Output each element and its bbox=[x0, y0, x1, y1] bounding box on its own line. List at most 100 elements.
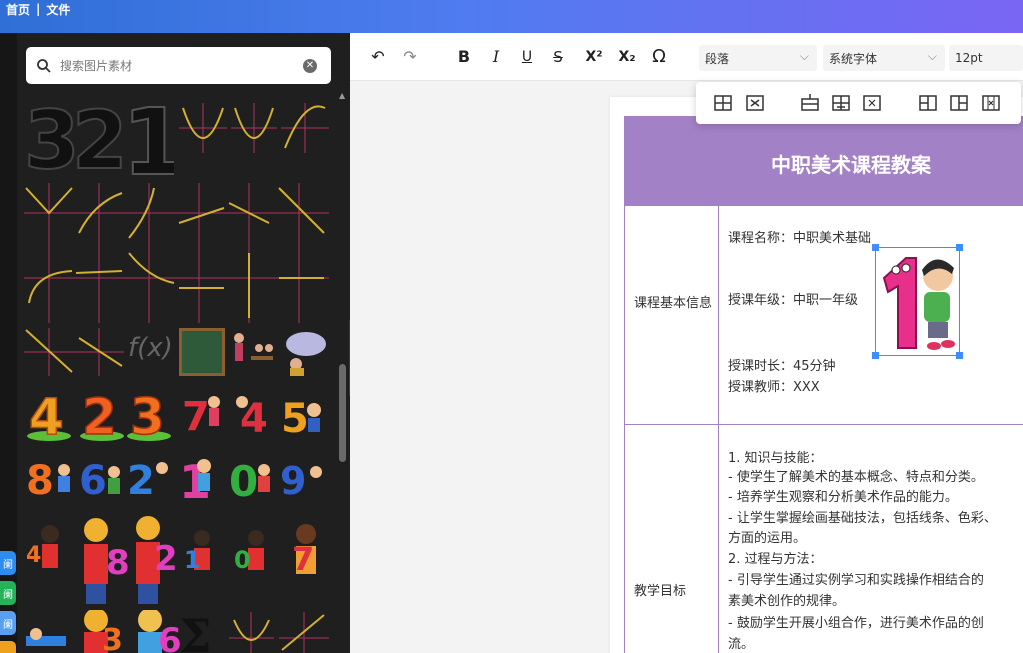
objectives-text[interactable]: 1. 知识与技能： - 使学生了解美术的基本概念、特点和分类。 - 培养学生观察… bbox=[728, 449, 1023, 653]
underline-button[interactable]: U bbox=[518, 46, 536, 68]
italic-button[interactable]: I bbox=[487, 46, 505, 68]
svg-text:0: 0 bbox=[234, 546, 251, 574]
font-select-value: 系统字体 bbox=[829, 51, 878, 66]
clipart-numbers-row6[interactable]: 8 6 2 1 0 9 bbox=[24, 448, 329, 504]
breadcrumb-separator: | bbox=[36, 2, 41, 16]
objective-line: - 引导学生通过实例学习和实践操作相结合的 bbox=[728, 573, 984, 588]
resize-handle-sw[interactable] bbox=[872, 352, 879, 359]
clipart-graphs-row1[interactable] bbox=[179, 98, 329, 158]
row2-label: 教学目标 bbox=[634, 584, 687, 599]
chevron-down-icon: ⌵ bbox=[927, 49, 937, 63]
search-icon bbox=[37, 58, 51, 73]
resize-handle-ne[interactable] bbox=[956, 244, 963, 251]
delete-column-icon[interactable] bbox=[982, 94, 1000, 112]
clipart-fx[interactable]: f(x) bbox=[128, 333, 176, 375]
svg-text:1: 1 bbox=[122, 89, 174, 178]
side-tab-3[interactable]: 阑 bbox=[0, 611, 16, 635]
objective-line: 素美术创作的规律。 bbox=[728, 594, 846, 609]
insert-column-left-icon[interactable] bbox=[919, 94, 937, 112]
clipart-kids-row7[interactable]: 4 8 2 1 0 7 bbox=[24, 512, 329, 607]
svg-text:7: 7 bbox=[292, 540, 314, 578]
table-tools-popup bbox=[696, 82, 1021, 124]
course-teacher: 授课教师：XXX bbox=[728, 380, 820, 395]
insert-row-below-icon[interactable] bbox=[832, 94, 850, 112]
row1-label: 课程基本信息 bbox=[634, 296, 713, 311]
table-properties-icon[interactable] bbox=[714, 94, 732, 112]
panel-scrollbar[interactable]: ▲ bbox=[337, 91, 347, 653]
objective-line: - 培养学生观察和分析美术作品的能力。 bbox=[728, 490, 958, 505]
superscript-button[interactable]: X² bbox=[582, 46, 606, 68]
search-input[interactable] bbox=[60, 58, 290, 73]
svg-text:3: 3 bbox=[102, 623, 123, 653]
svg-text:4: 4 bbox=[26, 543, 41, 568]
editor-toolbar: ↶ ↷ B I U S X² X₂ Ω 段落 ⌵ 系统字体 ⌵ 12pt bbox=[350, 33, 1023, 81]
resize-handle-nw[interactable] bbox=[872, 244, 879, 251]
svg-text:7: 7 bbox=[182, 394, 210, 440]
clipart-numbers-row5[interactable]: 4 2 3 7 4 5 bbox=[24, 380, 329, 442]
side-tab-4[interactable] bbox=[0, 641, 16, 653]
home-link[interactable]: 首页 bbox=[6, 1, 30, 18]
svg-text:2: 2 bbox=[82, 388, 117, 442]
clipart-graphs-row4[interactable] bbox=[24, 328, 124, 376]
objective-line: 方面的运用。 bbox=[728, 531, 807, 546]
objective-line: 1. 知识与技能： bbox=[728, 451, 823, 466]
svg-text:2: 2 bbox=[72, 94, 128, 178]
font-size-select[interactable]: 12pt bbox=[949, 45, 1023, 71]
clipart-grid: 3 2 1 f(x) 4 2 3 7 4 5 8 6 2 1 0 9 4 8 2… bbox=[24, 88, 329, 653]
clipart-graphs-grid[interactable] bbox=[24, 183, 329, 323]
svg-text:3: 3 bbox=[130, 388, 165, 442]
side-tab-1[interactable]: 阑 bbox=[0, 551, 16, 575]
clipart-thinking[interactable] bbox=[280, 328, 328, 376]
font-select[interactable]: 系统字体 ⌵ bbox=[823, 45, 945, 71]
resize-handle-se[interactable] bbox=[956, 352, 963, 359]
chevron-down-icon: ⌵ bbox=[799, 49, 809, 63]
svg-text:6: 6 bbox=[79, 458, 107, 504]
svg-text:5: 5 bbox=[281, 396, 309, 442]
image-library-panel: 阑 阑 阑 ✕ 3 2 1 bbox=[0, 33, 359, 653]
svg-text:0: 0 bbox=[229, 457, 258, 504]
objective-line: - 让学生掌握绘画基础技法，包括线条、色彩、 bbox=[728, 511, 997, 526]
objective-line: 流。 bbox=[728, 637, 755, 652]
svg-text:1: 1 bbox=[184, 546, 201, 574]
redo-button[interactable]: ↷ bbox=[400, 46, 420, 68]
svg-text:2: 2 bbox=[127, 458, 155, 504]
font-size-select-value: 12pt bbox=[955, 51, 983, 65]
paragraph-select-value: 段落 bbox=[705, 51, 730, 66]
top-bar: 首页 | 文件 bbox=[0, 0, 1023, 33]
clipart-chalkboard[interactable] bbox=[179, 328, 225, 376]
delete-table-icon[interactable] bbox=[746, 94, 764, 112]
strikethrough-button[interactable]: S bbox=[549, 46, 567, 68]
course-grade: 授课年级：中职一年级 bbox=[728, 293, 859, 308]
objective-line: 2. 过程与方法： bbox=[728, 552, 823, 567]
course-duration: 授课时长：45分钟 bbox=[728, 359, 836, 374]
svg-text:4: 4 bbox=[29, 388, 64, 442]
objective-line: - 鼓励学生开展小组合作，进行美术作品的创 bbox=[728, 616, 984, 631]
table-column-divider bbox=[718, 205, 719, 653]
scrollbar-thumb[interactable] bbox=[339, 364, 346, 462]
bold-button[interactable]: B bbox=[455, 46, 473, 68]
paragraph-select[interactable]: 段落 ⌵ bbox=[699, 45, 817, 71]
delete-row-icon[interactable] bbox=[863, 94, 881, 112]
svg-text:2: 2 bbox=[154, 539, 178, 579]
breadcrumb: 首页 | 文件 bbox=[6, 0, 70, 18]
undo-button[interactable]: ↶ bbox=[368, 46, 388, 68]
clipart-classroom[interactable] bbox=[229, 328, 277, 376]
clear-icon[interactable]: ✕ bbox=[303, 59, 317, 73]
svg-text:Σ: Σ bbox=[179, 610, 212, 653]
side-tab-2[interactable]: 阑 bbox=[0, 581, 16, 605]
number-one-kid-image bbox=[882, 257, 955, 350]
file-link[interactable]: 文件 bbox=[46, 1, 70, 18]
svg-text:9: 9 bbox=[280, 459, 306, 503]
subscript-button[interactable]: X₂ bbox=[615, 46, 639, 68]
svg-text:8: 8 bbox=[106, 543, 130, 583]
selected-image[interactable] bbox=[872, 244, 963, 359]
scroll-up-arrow[interactable]: ▲ bbox=[339, 91, 345, 100]
search-box[interactable]: ✕ bbox=[26, 47, 331, 84]
table-header-cell[interactable]: 中职美术课程教案 bbox=[624, 116, 1023, 205]
svg-text:8: 8 bbox=[26, 458, 54, 504]
special-char-button[interactable]: Ω bbox=[648, 46, 670, 68]
clipart-321[interactable]: 3 2 1 bbox=[24, 88, 174, 178]
clipart-row8[interactable]: 3 6 Σ bbox=[24, 610, 329, 653]
insert-column-right-icon[interactable] bbox=[950, 94, 968, 112]
insert-row-above-icon[interactable] bbox=[801, 94, 819, 112]
